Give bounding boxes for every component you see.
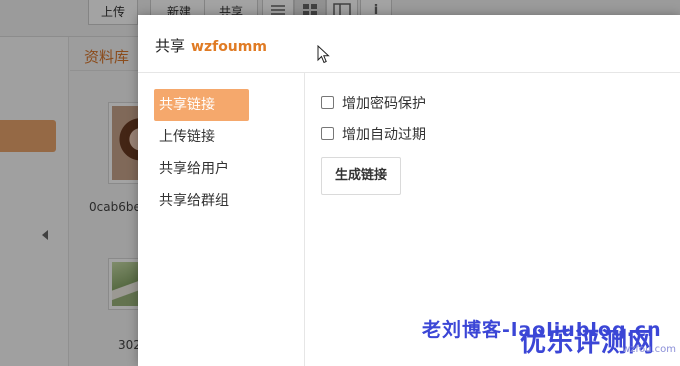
tab-share-to-group[interactable]: 共享给群组 [154,185,249,217]
auto-expire-label: 增加自动过期 [342,127,426,143]
share-tabs: 共享链接 上传链接 共享给用户 共享给群组 [138,73,305,366]
password-protection-label: 增加密码保护 [342,96,426,112]
password-protection-option[interactable]: 增加密码保护 [321,95,426,113]
share-dialog: 共享 wzfoumm 共享链接 上传链接 共享给用户 共享给群组 增加密码保护 增… [138,15,680,366]
auto-expire-checkbox[interactable] [321,127,334,140]
tab-upload-link[interactable]: 上传链接 [154,121,249,153]
generate-link-button[interactable]: 生成链接 [321,157,401,195]
tab-share-link[interactable]: 共享链接 [154,89,249,121]
watermark-url: wzfou.com [622,344,676,355]
dialog-title: 共享 wzfoumm [155,35,267,56]
auto-expire-option[interactable]: 增加自动过期 [321,126,426,144]
dialog-title-text: 共享 [155,37,186,55]
shared-file-name: wzfoumm [191,39,267,55]
tab-share-to-user[interactable]: 共享给用户 [154,153,249,185]
mouse-cursor-icon [317,45,330,64]
password-protection-checkbox[interactable] [321,96,334,109]
dialog-header: 共享 wzfoumm [138,15,680,73]
